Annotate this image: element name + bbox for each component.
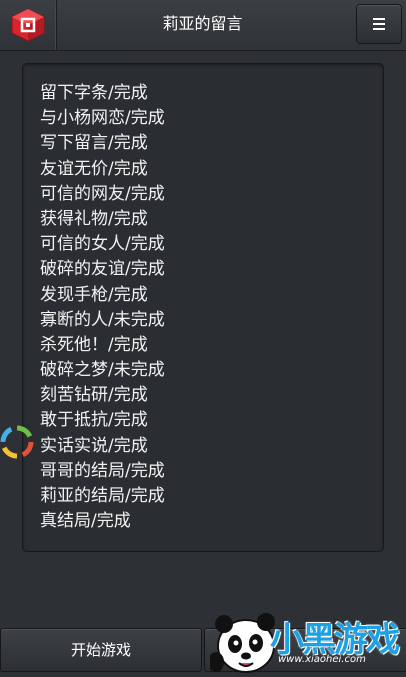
list-item: 与小杨网恋/完成 xyxy=(40,108,165,129)
message-panel: 留下字条/完成 与小杨网恋/完成 写下留言/完成 友谊无价/完成 可信的网友/完… xyxy=(22,63,384,552)
list-item: 发现手枪/完成 xyxy=(40,284,148,305)
menu-button[interactable] xyxy=(356,4,402,44)
list-item: 实话实说/完成 xyxy=(40,435,148,456)
message-list: 留下字条/完成 与小杨网恋/完成 写下留言/完成 友谊无价/完成 可信的网友/完… xyxy=(23,64,383,534)
list-item: 友谊无价/完成 xyxy=(40,158,148,179)
list-item: 真结局/完成 xyxy=(40,511,131,532)
list-item: 寡断的人/未完成 xyxy=(40,309,165,330)
list-item: 写下留言/完成 xyxy=(40,133,148,154)
list-item: 敢于抵抗/完成 xyxy=(40,410,148,431)
list-item: 破碎的友谊/完成 xyxy=(40,259,165,280)
list-item: 留下字条/完成 xyxy=(40,83,148,103)
page-title: 莉亚的留言 xyxy=(162,14,243,33)
loading-spinner-icon xyxy=(0,425,34,459)
list-item: 杀死他！/完成 xyxy=(40,334,148,355)
list-item: 可信的女人/完成 xyxy=(40,234,165,255)
list-item: 莉亚的结局/完成 xyxy=(40,486,165,506)
app-screen: 莉亚的留言 留下字条/完成 与小杨网恋/完成 写下留言/完成 友谊无价/完成 可… xyxy=(0,0,406,677)
list-item: 哥哥的结局/完成 xyxy=(40,460,165,481)
top-bar: 莉亚的留言 xyxy=(0,0,406,51)
list-item: 刻苦钻研/完成 xyxy=(40,385,148,406)
hamburger-icon xyxy=(373,18,385,30)
start-game-button[interactable]: 开始游戏 xyxy=(0,628,202,672)
game-logo-icon xyxy=(11,8,45,42)
watermark: 小黑游戏 www.xiaohei.com xyxy=(210,602,406,677)
list-item: 获得礼物/完成 xyxy=(40,208,148,229)
watermark-url: www.xiaohei.com xyxy=(278,654,366,665)
list-item: 破碎之梦/未完成 xyxy=(40,360,165,381)
logo-button[interactable] xyxy=(0,0,57,50)
list-item: 可信的网友/完成 xyxy=(40,183,165,204)
